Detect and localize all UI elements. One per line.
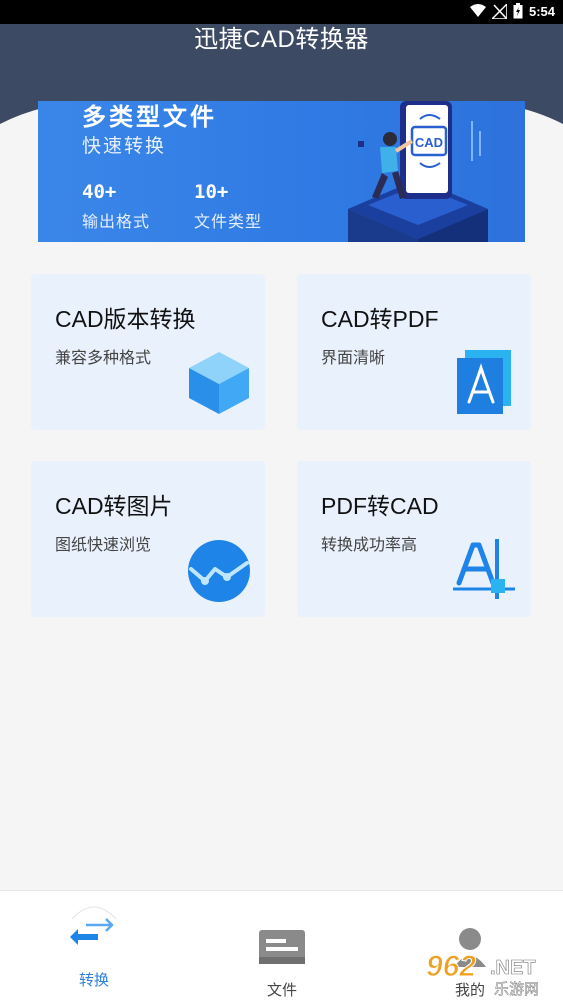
stat-types-label: 文件类型 [194, 214, 263, 231]
card-title: CAD转PDF [321, 306, 439, 332]
stat-formats-label: 输出格式 [82, 214, 151, 231]
card-desc: 界面清晰 [321, 350, 386, 367]
card-cad-to-pdf[interactable]: CAD转PDF 界面清晰 [297, 274, 531, 430]
card-desc: 转换成功率高 [321, 537, 418, 554]
nav-item-files[interactable]: 文件 [232, 891, 332, 1000]
svg-text:962: 962 [426, 950, 476, 983]
svg-text:.NET: .NET [490, 957, 536, 979]
watermark-logo: 962 .NET 乐游网 [426, 950, 540, 999]
nav-item-convert[interactable]: 转换 [44, 891, 144, 1000]
card-pdf-to-cad[interactable]: PDF转CAD 转换成功率高 [297, 461, 531, 617]
convert-arrows-icon [70, 906, 117, 945]
stat-types-value: 10+ [194, 181, 229, 203]
svg-text:乐游网: 乐游网 [494, 980, 539, 998]
pdf-icon [457, 350, 511, 414]
text-cursor-icon [453, 539, 515, 599]
card-desc: 图纸快速浏览 [55, 537, 152, 554]
site-watermark: 962 .NET 乐游网 [424, 948, 559, 999]
promo-banner[interactable]: 多类型文件 快速转换 40+ 输出格式 10+ 文件类型 CAD [38, 101, 525, 242]
nav-label-files: 文件 [266, 982, 297, 999]
app-title: 迅捷CAD转换器 [194, 26, 369, 53]
nav-label-convert: 转换 [78, 972, 109, 989]
file-folder-icon [259, 930, 305, 964]
card-title: PDF转CAD [321, 493, 439, 519]
banner-headline: 多类型文件 [82, 104, 217, 131]
card-cad-to-image[interactable]: CAD转图片 图纸快速浏览 [31, 461, 265, 617]
card-title: CAD转图片 [55, 493, 173, 519]
card-title: CAD版本转换 [55, 306, 196, 332]
chart-wave-icon [188, 540, 250, 602]
banner-cad-badge: CAD [415, 135, 443, 150]
cube-icon [189, 352, 249, 414]
banner-subtitle: 快速转换 [82, 136, 167, 157]
card-cad-version-convert[interactable]: CAD版本转换 兼容多种格式 [31, 274, 265, 430]
card-desc: 兼容多种格式 [55, 350, 152, 367]
banner-illustration: CAD [348, 101, 488, 242]
stat-formats-value: 40+ [82, 181, 117, 203]
